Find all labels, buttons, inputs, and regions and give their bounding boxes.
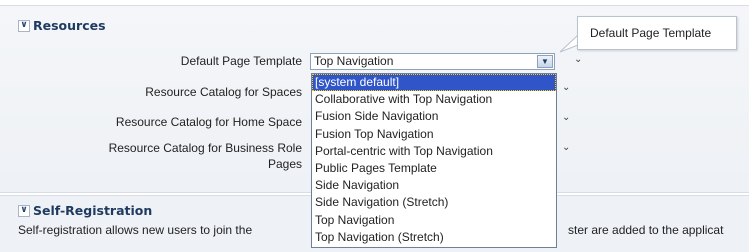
- dropdown-option[interactable]: Portal-centric with Top Navigation: [312, 143, 556, 160]
- chevron-down-icon[interactable]: ⌄: [562, 82, 570, 93]
- chevron-down-icon[interactable]: ⌄: [562, 112, 570, 123]
- self-registration-section-header[interactable]: ∨ Self-Registration: [18, 203, 152, 218]
- form-labels: Default Page Template Resource Catalog f…: [0, 0, 302, 200]
- dropdown-arrow-icon[interactable]: ▼: [537, 55, 553, 68]
- self-registration-title: Self-Registration: [33, 203, 153, 218]
- label-catalog-business-line1: Resource Catalog for Business Role: [108, 141, 302, 155]
- select-value: Top Navigation: [314, 54, 394, 68]
- tooltip: Default Page Template: [577, 16, 737, 50]
- default-page-template-select[interactable]: Top Navigation ▼: [310, 53, 555, 70]
- dropdown-option[interactable]: Side Navigation: [312, 177, 556, 194]
- chevron-down-icon[interactable]: ⌄: [574, 54, 582, 65]
- dropdown-option[interactable]: Top Navigation (Stretch): [312, 229, 556, 246]
- dropdown-option[interactable]: Fusion Side Navigation: [312, 108, 556, 125]
- label-catalog-spaces: Resource Catalog for Spaces: [145, 85, 302, 99]
- self-registration-description-tail: ster are added to the applicat: [568, 223, 724, 237]
- tooltip-text: Default Page Template: [590, 26, 712, 40]
- label-catalog-business-line2: Pages: [267, 157, 302, 171]
- label-catalog-home: Resource Catalog for Home Space: [115, 115, 302, 129]
- dropdown-option[interactable]: Side Navigation (Stretch): [312, 194, 556, 211]
- label-default-page-template: Default Page Template: [180, 54, 302, 68]
- page-template-options-list[interactable]: [system default] Collaborative with Top N…: [311, 73, 557, 248]
- dropdown-option[interactable]: Collaborative with Top Navigation: [312, 91, 556, 108]
- dropdown-option[interactable]: [system default]: [312, 74, 556, 92]
- chevron-down-icon[interactable]: ⌄: [562, 142, 570, 153]
- collapse-chevron-icon[interactable]: ∨: [18, 204, 30, 217]
- dropdown-option[interactable]: Fusion Top Navigation: [312, 126, 556, 143]
- self-registration-description: Self-registration allows new users to jo…: [18, 223, 253, 237]
- dropdown-option[interactable]: Public Pages Template: [312, 160, 556, 177]
- dropdown-option[interactable]: Top Navigation: [312, 212, 556, 229]
